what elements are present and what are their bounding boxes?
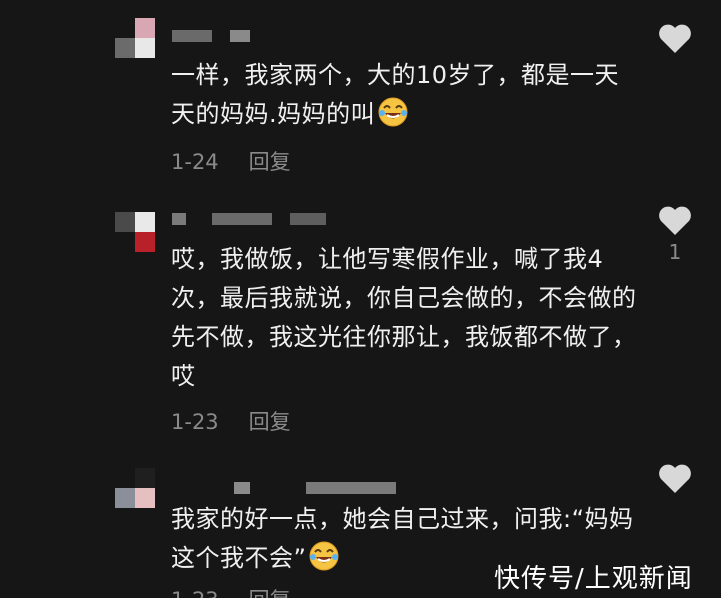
reply-button[interactable]: 回复 [249,588,291,598]
avatar[interactable] [115,18,155,58]
heart-icon[interactable] [655,18,695,58]
avatar[interactable] [115,212,155,252]
reply-button[interactable]: 回复 [249,410,291,434]
comment-text: 一样，我家两个，大的10岁了，都是一天天的妈妈.妈妈的叫 [171,61,620,128]
comment-item: 哎，我做饭，让他写寒假作业，喊了我4次，最后我就说，你自己会做的，不会做的先不做… [0,200,721,460]
comment-meta: 1-24 回复 [171,146,291,176]
heart-icon[interactable] [655,458,695,498]
comment-meta: 1-23 回复 [171,406,291,436]
comment-date: 1-23 [171,410,219,434]
laughing-crying-emoji-icon [378,97,408,127]
watermark: 快传号/上观新闻 [494,564,693,594]
comment-date: 1-24 [171,150,219,174]
avatar[interactable] [115,468,155,508]
comment-meta: 1-23 回复 [171,584,291,598]
like-count: 1 [668,240,682,264]
laughing-crying-emoji-icon [309,541,339,571]
reply-button[interactable]: 回复 [249,150,291,174]
comment-text: 哎，我做饭，让他写寒假作业，喊了我4次，最后我就说，你自己会做的，不会做的先不做… [171,245,637,390]
heart-icon[interactable] [655,200,695,240]
comment-date: 1-23 [171,588,219,598]
comment-item: 一样，我家两个，大的10岁了，都是一天天的妈妈.妈妈的叫 1-24 回复 [0,18,721,198]
